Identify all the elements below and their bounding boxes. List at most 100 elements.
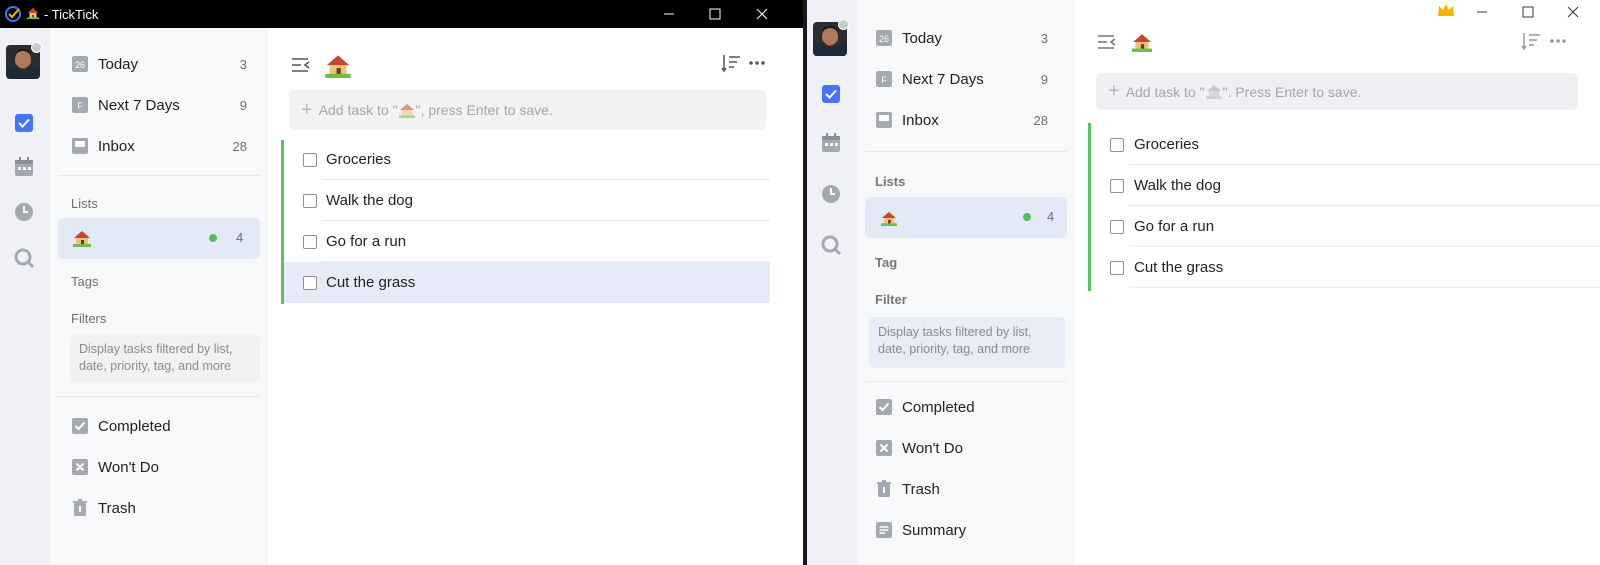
nav-summary[interactable]: Summary xyxy=(857,510,1075,550)
sidebar: 26 Today 3 F Next 7 Days 9 Inbox 28 List… xyxy=(857,0,1075,565)
divider xyxy=(865,381,1067,382)
task-checkbox[interactable] xyxy=(1110,138,1124,152)
nav-today[interactable]: 26 Today 3 xyxy=(50,44,268,84)
tag-heading[interactable]: Tag xyxy=(875,255,897,270)
task-checkbox[interactable] xyxy=(303,276,317,290)
task-item[interactable]: Cut the grass xyxy=(1091,247,1600,288)
collapse-sidebar-icon[interactable] xyxy=(290,54,312,76)
task-checkbox[interactable] xyxy=(303,153,317,167)
nav-next-7-days[interactable]: F Next 7 Days 9 xyxy=(50,85,268,125)
minimize-button[interactable] xyxy=(646,0,692,28)
nav-count: 9 xyxy=(1040,71,1048,87)
nav-label: Summary xyxy=(902,521,967,539)
sort-icon[interactable] xyxy=(1520,30,1542,52)
trash-icon xyxy=(73,499,87,516)
nav-trash[interactable]: Trash xyxy=(50,488,268,528)
task-item-selected[interactable]: Cut the grass xyxy=(284,262,770,303)
nav-wont-do[interactable]: Won't Do xyxy=(857,428,1075,468)
task-title[interactable]: Groceries xyxy=(1134,136,1199,153)
list-item-home[interactable]: 4 xyxy=(865,197,1067,238)
clock-icon[interactable] xyxy=(13,201,35,223)
calendar-26-icon: 26 xyxy=(876,30,892,46)
maximize-button[interactable] xyxy=(692,0,738,28)
close-icon xyxy=(756,8,768,20)
crown-premium-icon[interactable] xyxy=(1437,2,1455,18)
ticktick-window-b: 26 Today 3 F Next 7 Days 9 Inbox 28 List… xyxy=(807,0,1600,565)
nav-label: Inbox xyxy=(98,137,135,155)
more-options-icon[interactable] xyxy=(1547,30,1569,52)
task-checkbox-nav-icon[interactable] xyxy=(13,112,35,134)
nav-label: Next 7 Days xyxy=(98,96,180,114)
filters-heading[interactable]: Filters xyxy=(71,311,106,326)
nav-label: Won't Do xyxy=(902,439,963,457)
more-options-icon[interactable] xyxy=(746,52,768,74)
search-icon[interactable] xyxy=(820,234,842,256)
lists-heading[interactable]: Lists xyxy=(71,196,98,211)
nav-today[interactable]: 26 Today 3 xyxy=(857,18,1075,58)
task-item[interactable]: Walk the dog xyxy=(1091,165,1600,206)
nav-inbox[interactable]: Inbox 28 xyxy=(50,126,268,166)
maximize-icon xyxy=(1522,6,1534,18)
maximize-button[interactable] xyxy=(1505,0,1551,24)
task-item[interactable]: Walk the dog xyxy=(284,180,770,221)
minimize-icon xyxy=(1477,11,1487,13)
task-checkbox[interactable] xyxy=(1110,220,1124,234)
collapse-sidebar-icon[interactable] xyxy=(1096,31,1118,53)
task-title[interactable]: Cut the grass xyxy=(326,274,415,291)
task-item[interactable]: Go for a run xyxy=(284,221,770,262)
close-icon xyxy=(1567,6,1579,18)
list-color-dot xyxy=(1023,213,1031,221)
task-title[interactable]: Cut the grass xyxy=(1134,259,1223,276)
filter-hint[interactable]: Display tasks filtered by list, date, pr… xyxy=(869,317,1065,368)
task-title[interactable]: Go for a run xyxy=(1134,218,1214,235)
add-task-placeholder-post: ". Press Enter to save. xyxy=(1222,83,1362,100)
sidebar: 26 Today 3 F Next 7 Days 9 Inbox 28 List… xyxy=(50,28,268,565)
task-checkbox-nav-icon[interactable] xyxy=(820,83,842,105)
filter-heading[interactable]: Filter xyxy=(875,292,907,307)
task-title[interactable]: Go for a run xyxy=(326,233,406,250)
task-item[interactable]: Go for a run xyxy=(1091,206,1600,247)
svg-text:F: F xyxy=(77,101,83,111)
close-button[interactable] xyxy=(739,0,785,28)
search-icon[interactable] xyxy=(13,247,35,269)
task-checkbox[interactable] xyxy=(303,235,317,249)
task-checkbox[interactable] xyxy=(1110,179,1124,193)
nav-wont-do[interactable]: Won't Do xyxy=(50,447,268,487)
calendar-26-icon: 26 xyxy=(72,56,88,72)
nav-inbox[interactable]: Inbox 28 xyxy=(857,100,1075,140)
tags-heading[interactable]: Tags xyxy=(71,274,98,289)
x-box-icon xyxy=(876,440,892,456)
task-checkbox[interactable] xyxy=(303,194,317,208)
sort-icon[interactable] xyxy=(720,52,742,74)
house-emoji-icon xyxy=(1132,34,1152,52)
clock-icon[interactable] xyxy=(820,183,842,205)
nav-label: Won't Do xyxy=(98,458,159,476)
add-task-input[interactable]: + Add task to " ", press Enter to save. xyxy=(289,90,766,130)
left-rail xyxy=(0,28,50,565)
nav-completed[interactable]: Completed xyxy=(50,406,268,446)
add-task-placeholder-pre: Add task to " xyxy=(318,102,398,118)
house-emoji-icon xyxy=(398,103,415,118)
nav-next-7-days[interactable]: F Next 7 Days 9 xyxy=(857,59,1075,99)
list-item-home[interactable]: 4 xyxy=(58,218,260,259)
task-item[interactable]: Groceries xyxy=(1091,124,1600,165)
calendar-icon[interactable] xyxy=(820,132,842,154)
add-task-input[interactable]: + Add task to " ". Press Enter to save. xyxy=(1096,73,1578,110)
x-box-icon xyxy=(72,459,88,475)
task-checkbox[interactable] xyxy=(1110,261,1124,275)
nav-label: Completed xyxy=(902,398,975,416)
lists-heading[interactable]: Lists xyxy=(875,174,905,189)
left-rail xyxy=(807,0,857,565)
calendar-icon[interactable] xyxy=(13,156,35,178)
trash-icon xyxy=(877,480,891,497)
task-item[interactable]: Groceries xyxy=(284,139,770,180)
task-title[interactable]: Walk the dog xyxy=(326,192,413,209)
nav-completed[interactable]: Completed xyxy=(857,387,1075,427)
task-title[interactable]: Walk the dog xyxy=(1134,177,1221,194)
nav-trash[interactable]: Trash xyxy=(857,469,1075,509)
minimize-button[interactable] xyxy=(1459,0,1505,24)
nav-label: Next 7 Days xyxy=(902,70,984,88)
close-button[interactable] xyxy=(1550,0,1596,24)
filters-hint[interactable]: Display tasks filtered by list, date, pr… xyxy=(70,334,260,382)
task-title[interactable]: Groceries xyxy=(326,151,391,168)
